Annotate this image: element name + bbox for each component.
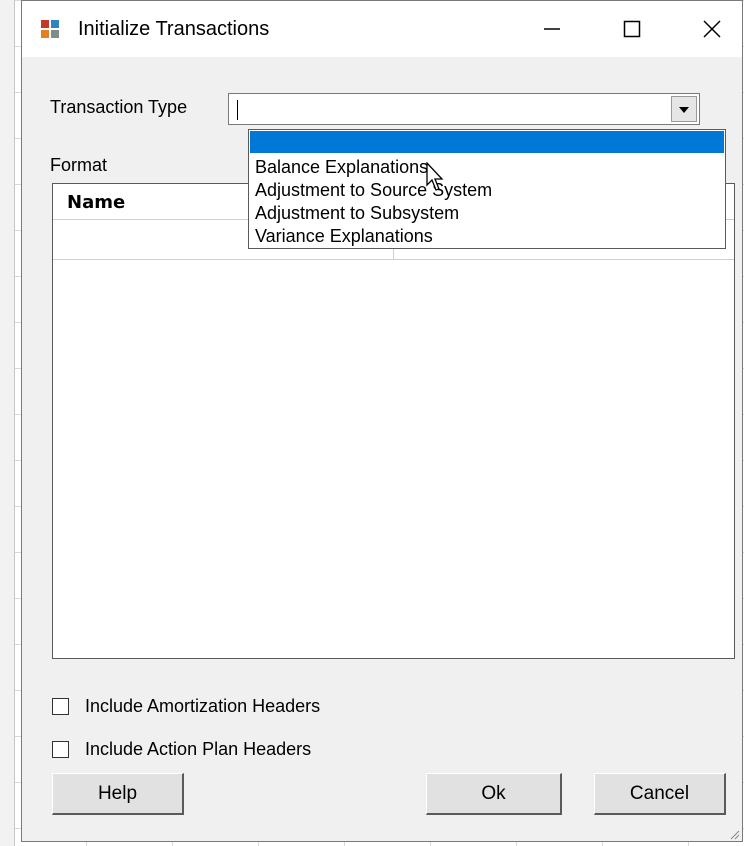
cancel-button[interactable]: Cancel [594,773,726,815]
dropdown-item-highlighted[interactable] [250,131,724,153]
chevron-down-icon [679,100,689,118]
transaction-type-combobox[interactable] [228,93,700,125]
app-icon [40,19,60,39]
transaction-type-dropdown-list[interactable]: Balance Explanations Adjustment to Sourc… [248,129,726,249]
title-bar[interactable]: Initialize Transactions [22,1,742,57]
format-label: Format [50,155,108,175]
dropdown-item-adjustment-to-source-system[interactable]: Adjustment to Source System [255,179,492,201]
amortization-headers-option[interactable]: Include Amortization Headers [52,696,320,717]
mouse-pointer-icon [426,161,448,197]
action-plan-headers-label[interactable]: Include Action Plan Headers [85,739,311,760]
action-plan-headers-option[interactable]: Include Action Plan Headers [52,739,311,760]
transaction-type-label: Transaction Type [50,97,188,117]
initialize-transactions-dialog: Initialize Transactions Transaction Type… [21,0,743,842]
action-plan-headers-checkbox[interactable] [52,741,69,758]
spreadsheet-row-gutter [0,0,15,846]
dropdown-item-balance-explanations[interactable]: Balance Explanations [255,156,428,178]
minimize-icon[interactable] [518,1,586,57]
amortization-headers-label[interactable]: Include Amortization Headers [85,696,320,717]
format-grid[interactable]: Name [52,183,735,659]
resize-grip-icon[interactable] [728,827,740,840]
dropdown-item-variance-explanations[interactable]: Variance Explanations [255,225,433,247]
ok-button[interactable]: Ok [426,773,562,815]
text-caret [237,100,238,120]
dropdown-arrow-button[interactable] [671,96,697,122]
column-header-name[interactable]: Name [67,192,125,213]
window-title: Initialize Transactions [78,18,270,40]
dropdown-item-adjustment-to-subsystem[interactable]: Adjustment to Subsystem [255,202,459,224]
close-icon[interactable] [678,1,744,57]
help-button[interactable]: Help [52,773,184,815]
maximize-icon[interactable] [598,1,666,57]
amortization-headers-checkbox[interactable] [52,698,69,715]
